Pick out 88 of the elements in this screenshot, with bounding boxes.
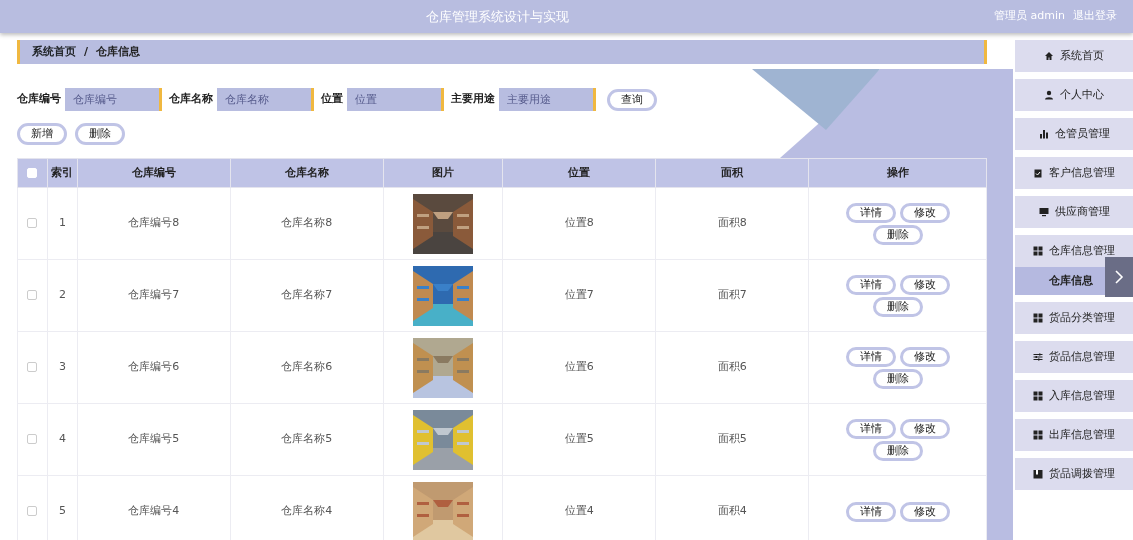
bar-chart-icon: [1038, 129, 1049, 139]
delete-button[interactable]: 删除: [872, 440, 923, 461]
table-cell: 仓库编号5: [77, 403, 231, 476]
person-icon: [1044, 90, 1054, 100]
monitor-icon: [1038, 207, 1049, 217]
book-icon: [1033, 469, 1043, 479]
search-field[interactable]: 主要用途: [499, 88, 596, 111]
edit-button[interactable]: 修改: [899, 346, 950, 367]
table-cell: 2: [47, 259, 78, 332]
edit-button[interactable]: 修改: [899, 274, 950, 295]
details-button[interactable]: 详情: [845, 274, 896, 295]
column-header: 仓库名称: [230, 158, 384, 188]
table-cell: 仓库名称7: [230, 259, 384, 332]
details-button[interactable]: 详情: [845, 202, 896, 223]
column-header: 索引: [47, 158, 78, 188]
delete-button[interactable]: 删除: [872, 224, 923, 245]
column-header: 仓库编号: [77, 158, 231, 188]
edit-button[interactable]: 修改: [899, 501, 950, 522]
sidebar-item[interactable]: 个人中心: [1015, 79, 1133, 111]
sidebar-item[interactable]: 出库信息管理: [1015, 419, 1133, 451]
delete-button[interactable]: 删除: [872, 368, 923, 389]
table-cell: 位置8: [502, 187, 656, 260]
sidebar-item[interactable]: 客户信息管理: [1015, 157, 1133, 189]
clipboard-icon: [1033, 168, 1043, 178]
edit-button[interactable]: 修改: [899, 202, 950, 223]
details-button[interactable]: 详情: [845, 418, 896, 439]
column-header: 位置: [502, 158, 656, 188]
sidebar-item[interactable]: 入库信息管理: [1015, 380, 1133, 412]
field-label: 仓库名称: [169, 91, 214, 108]
grid-icon: [1033, 430, 1043, 440]
table-cell: 位置5: [502, 403, 656, 476]
search-field[interactable]: 位置: [347, 88, 444, 111]
table-cell: 仓库名称5: [230, 403, 384, 476]
table-cell: 面积7: [655, 259, 809, 332]
app-title: 仓库管理系统设计与实现: [425, 8, 569, 24]
breadcrumb-link[interactable]: 系统首页: [32, 43, 76, 61]
sidebar-item[interactable]: 货品分类管理: [1015, 302, 1133, 334]
table-cell: 4: [47, 403, 78, 476]
search-button[interactable]: 查询: [607, 88, 657, 111]
sidebar-item[interactable]: 供应商管理: [1015, 196, 1133, 228]
table-cell: 位置7: [502, 259, 656, 332]
field-label: 主要用途: [451, 91, 496, 108]
grid-icon: [1033, 391, 1043, 401]
add-button[interactable]: 新增: [17, 123, 67, 145]
search-field[interactable]: 仓库名称: [217, 88, 314, 111]
table-cell: 仓库名称6: [230, 331, 384, 404]
sidebar-item[interactable]: 仓库信息管理: [1015, 235, 1133, 267]
table-cell: 1: [47, 187, 78, 260]
user-label: 管理员 admin: [994, 8, 1065, 25]
sidebar-item[interactable]: 仓管员管理: [1015, 118, 1133, 150]
grid-icon: [1033, 246, 1043, 256]
column-header: 面积: [655, 158, 809, 188]
table-cell: 面积6: [655, 331, 809, 404]
table-cell: 3: [47, 331, 78, 404]
breadcrumb-separator: /: [84, 43, 89, 60]
delete-button[interactable]: 删除: [75, 123, 125, 145]
select-all-checkbox[interactable]: [27, 167, 38, 178]
expand-button[interactable]: [1105, 257, 1133, 297]
sidebar-subitem[interactable]: 仓库信息: [1015, 267, 1105, 295]
row-checkbox[interactable]: [27, 506, 38, 517]
search-field[interactable]: 仓库编号: [65, 88, 162, 111]
field-label: 仓库编号: [17, 91, 62, 108]
grid-icon: [1033, 313, 1043, 323]
table-cell: 面积5: [655, 403, 809, 476]
row-checkbox[interactable]: [27, 362, 38, 373]
sidebar-item[interactable]: 货品信息管理: [1015, 341, 1133, 373]
details-button[interactable]: 详情: [845, 501, 896, 522]
row-checkbox[interactable]: [27, 290, 38, 301]
sidebar-item[interactable]: 货品调拨管理: [1015, 458, 1133, 490]
table-cell: 面积8: [655, 187, 809, 260]
field-label: 位置: [321, 91, 344, 108]
delete-button[interactable]: 删除: [872, 296, 923, 317]
row-checkbox[interactable]: [27, 434, 38, 445]
details-button[interactable]: 详情: [845, 346, 896, 367]
table-cell: 仓库编号6: [77, 331, 231, 404]
row-checkbox[interactable]: [27, 218, 38, 229]
table-cell: 位置6: [502, 331, 656, 404]
table-cell: 仓库编号8: [77, 187, 231, 260]
breadcrumb-current: 仓库信息: [96, 43, 141, 60]
sliders-icon: [1033, 352, 1043, 362]
edit-button[interactable]: 修改: [899, 418, 950, 439]
chevron-right-icon: [1114, 269, 1124, 285]
table-cell: 仓库编号7: [77, 259, 231, 332]
column-header: 操作: [808, 158, 987, 188]
sidebar-item[interactable]: 系统首页: [1015, 40, 1133, 72]
table-cell: 仓库名称8: [230, 187, 384, 260]
column-header: 图片: [383, 158, 503, 188]
home-icon: [1044, 51, 1054, 61]
